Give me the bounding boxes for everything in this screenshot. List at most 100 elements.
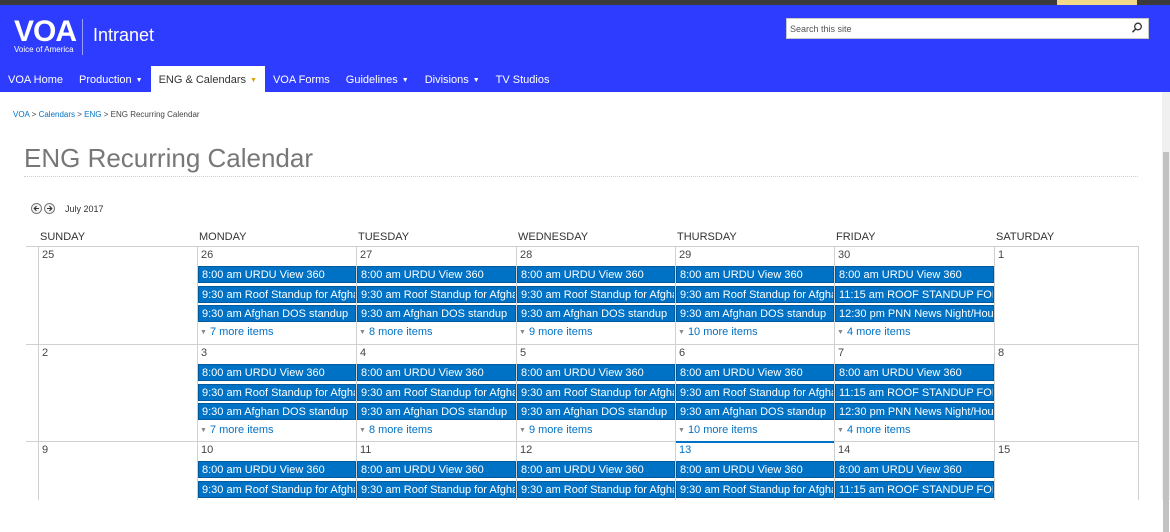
calendar-event[interactable]: 9:30 am Roof Standup for Afghan bbox=[357, 285, 516, 303]
calendar-event[interactable]: 9:30 am Roof Standup for Afghan bbox=[676, 480, 834, 498]
breadcrumb-link[interactable]: ENG bbox=[84, 110, 101, 119]
more-items-label: 9 more items bbox=[528, 424, 593, 436]
calendar-event[interactable]: 9:30 am Roof Standup for Afghan bbox=[676, 383, 834, 401]
calendar-event[interactable]: 8:00 am URDU View 360 bbox=[676, 364, 834, 381]
more-items-link[interactable]: ▼ 7 more items bbox=[200, 424, 274, 436]
calendar-event[interactable]: 8:00 am URDU View 360 bbox=[357, 364, 516, 381]
nav-item[interactable]: Guidelines ▼ bbox=[338, 66, 417, 97]
search-icon[interactable] bbox=[1130, 21, 1144, 35]
breadcrumb-link[interactable]: VOA bbox=[13, 110, 29, 119]
calendar-event[interactable]: 8:00 am URDU View 360 bbox=[517, 461, 675, 478]
calendar-event[interactable]: 9:30 am Afghan DOS standup bbox=[676, 403, 834, 420]
calendar-event[interactable]: 9:30 am Afghan DOS standup bbox=[517, 403, 675, 420]
calendar-event[interactable]: 11:15 am ROOF STANDUP FOR bbox=[835, 383, 994, 401]
nav-item[interactable]: Divisions ▼ bbox=[417, 66, 488, 97]
voa-logo[interactable]: VOA Voice of America bbox=[14, 17, 77, 57]
nav-item[interactable]: ENG & Calendars ▼ bbox=[150, 66, 265, 97]
calendar-event[interactable]: 8:00 am URDU View 360 bbox=[835, 266, 994, 283]
day-number[interactable]: 7 bbox=[838, 347, 844, 359]
more-items-link[interactable]: ▼ 9 more items bbox=[519, 326, 593, 338]
day-number[interactable]: 3 bbox=[201, 347, 207, 359]
logo-subtext: Voice of America bbox=[14, 45, 74, 54]
search-input[interactable] bbox=[790, 20, 1110, 38]
more-items-link[interactable]: ▼ 4 more items bbox=[837, 424, 911, 436]
day-number[interactable]: 29 bbox=[679, 249, 691, 261]
calendar-event[interactable]: 8:00 am URDU View 360 bbox=[676, 266, 834, 283]
day-number[interactable]: 30 bbox=[838, 249, 850, 261]
calendar-event[interactable]: 9:30 am Roof Standup for Afghan bbox=[357, 480, 516, 498]
calendar-event[interactable]: 8:00 am URDU View 360 bbox=[357, 461, 516, 478]
prev-month-button[interactable] bbox=[31, 203, 42, 214]
calendar-event[interactable]: 9:30 am Afghan DOS standup bbox=[357, 403, 516, 420]
day-number[interactable]: 26 bbox=[201, 249, 213, 261]
more-items-link[interactable]: ▼ 7 more items bbox=[200, 326, 274, 338]
day-number[interactable]: 11 bbox=[360, 444, 371, 456]
day-number[interactable]: 13 bbox=[679, 444, 691, 456]
day-number[interactable]: 1 bbox=[998, 249, 1004, 261]
calendar-event[interactable]: 9:30 am Roof Standup for Afghan bbox=[517, 383, 675, 401]
calendar-event[interactable]: 9:30 am Afghan DOS standup bbox=[676, 305, 834, 322]
expand-arrow-icon: ▼ bbox=[837, 427, 844, 434]
nav-item[interactable]: TV Studios bbox=[488, 66, 558, 97]
calendar-event[interactable]: 8:00 am URDU View 360 bbox=[517, 364, 675, 381]
calendar-event[interactable]: 11:15 am ROOF STANDUP FOR bbox=[835, 480, 994, 498]
calendar-event[interactable]: 9:30 am Roof Standup for Afghan bbox=[198, 285, 356, 303]
calendar-event[interactable]: 8:00 am URDU View 360 bbox=[676, 461, 834, 478]
day-number[interactable]: 5 bbox=[520, 347, 526, 359]
day-number[interactable]: 28 bbox=[520, 249, 532, 261]
calendar-event[interactable]: 8:00 am URDU View 360 bbox=[517, 266, 675, 283]
calendar-event[interactable]: 9:30 am Roof Standup for Afghan bbox=[517, 480, 675, 498]
more-items-link[interactable]: ▼ 10 more items bbox=[678, 326, 758, 338]
calendar-event[interactable]: 9:30 am Roof Standup for Afghan bbox=[517, 285, 675, 303]
day-divider bbox=[994, 246, 995, 500]
calendar-event[interactable]: 9:30 am Afghan DOS standup bbox=[198, 403, 356, 420]
calendar-event[interactable]: 9:30 am Afghan DOS standup bbox=[357, 305, 516, 322]
calendar-event[interactable]: 8:00 am URDU View 360 bbox=[357, 266, 516, 283]
calendar-event[interactable]: 8:00 am URDU View 360 bbox=[198, 364, 356, 381]
calendar-event[interactable]: 11:15 am ROOF STANDUP FOR bbox=[835, 285, 994, 303]
day-number[interactable]: 12 bbox=[520, 444, 532, 456]
more-items-link[interactable]: ▼ 8 more items bbox=[359, 424, 433, 436]
calendar-event[interactable]: 8:00 am URDU View 360 bbox=[835, 461, 994, 478]
calendar-event[interactable]: 12:30 pm PNN News Night/Hour bbox=[835, 305, 994, 322]
site-title[interactable]: Intranet bbox=[93, 25, 154, 46]
more-items-label: 4 more items bbox=[846, 424, 911, 436]
calendar-event[interactable]: 9:30 am Roof Standup for Afghan bbox=[198, 383, 356, 401]
day-number[interactable]: 9 bbox=[42, 444, 48, 456]
calendar-event[interactable]: 8:00 am URDU View 360 bbox=[198, 266, 356, 283]
more-items-link[interactable]: ▼ 4 more items bbox=[837, 326, 911, 338]
day-number[interactable]: 8 bbox=[998, 347, 1004, 359]
day-number[interactable]: 27 bbox=[360, 249, 372, 261]
calendar-event[interactable]: 12:30 pm PNN News Night/Hour bbox=[835, 403, 994, 420]
day-name-header: WEDNESDAY bbox=[518, 231, 589, 243]
nav-item[interactable]: Production ▼ bbox=[71, 66, 151, 97]
next-month-button[interactable] bbox=[44, 203, 55, 214]
top-nav: VOA Home Production ▼ ENG & Calendars ▼ VOA F… bbox=[0, 66, 557, 97]
day-number[interactable]: 14 bbox=[838, 444, 850, 456]
calendar-event[interactable]: 9:30 am Roof Standup for Afghan bbox=[357, 383, 516, 401]
calendar-event[interactable]: 8:00 am URDU View 360 bbox=[198, 461, 356, 478]
day-number[interactable]: 4 bbox=[360, 347, 366, 359]
breadcrumb-link[interactable]: Calendars bbox=[39, 110, 75, 119]
title-divider bbox=[24, 176, 1138, 177]
day-number[interactable]: 15 bbox=[998, 444, 1010, 456]
nav-item[interactable]: VOA Forms bbox=[265, 66, 338, 97]
more-items-link[interactable]: ▼ 10 more items bbox=[678, 424, 758, 436]
week-divider bbox=[26, 441, 1138, 442]
day-number[interactable]: 25 bbox=[42, 249, 54, 261]
day-number[interactable]: 10 bbox=[201, 444, 213, 456]
nav-item-label: Guidelines bbox=[345, 74, 398, 86]
day-number[interactable]: 6 bbox=[679, 347, 685, 359]
calendar-event[interactable]: 9:30 am Afghan DOS standup bbox=[198, 305, 356, 322]
more-items-link[interactable]: ▼ 8 more items bbox=[359, 326, 433, 338]
calendar-event[interactable]: 8:00 am URDU View 360 bbox=[835, 364, 994, 381]
calendar-event[interactable]: 9:30 am Roof Standup for Afghan bbox=[198, 480, 356, 498]
breadcrumb: VOA > Calendars > ENG > ENG Recurring Ca… bbox=[13, 110, 200, 119]
more-items-link[interactable]: ▼ 9 more items bbox=[519, 424, 593, 436]
nav-item[interactable]: VOA Home bbox=[0, 66, 71, 97]
calendar-event[interactable]: 9:30 am Afghan DOS standup bbox=[517, 305, 675, 322]
day-number[interactable]: 2 bbox=[42, 347, 48, 359]
page-scrollbar[interactable] bbox=[1162, 92, 1170, 532]
scrollbar-thumb[interactable] bbox=[1163, 152, 1169, 532]
calendar-event[interactable]: 9:30 am Roof Standup for Afghan bbox=[676, 285, 834, 303]
